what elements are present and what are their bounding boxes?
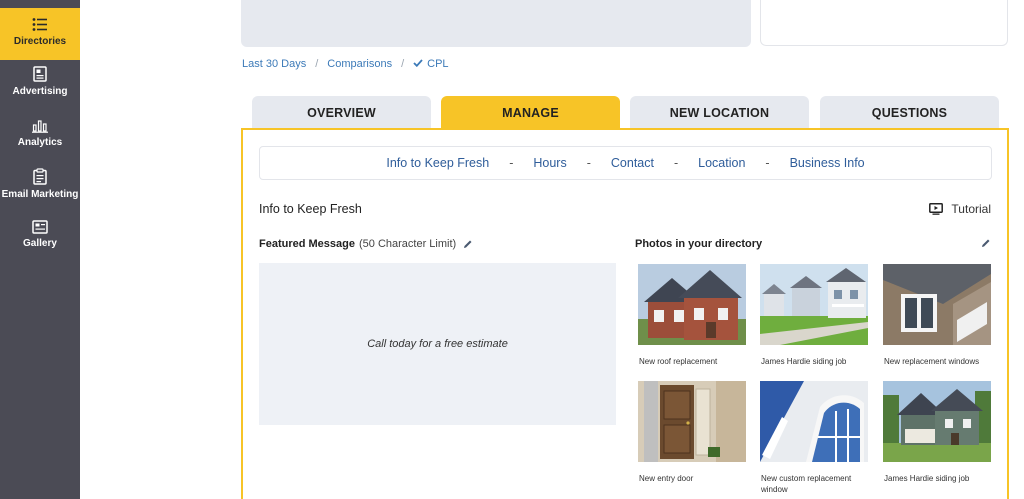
newspaper-icon xyxy=(33,66,47,82)
photo-caption: New custom replacement window xyxy=(761,474,852,494)
subnav-separator: - xyxy=(509,156,514,170)
photo-thumbnail[interactable] xyxy=(638,264,746,345)
sidebar-item-label: Advertising xyxy=(12,86,68,97)
section-subnav: Info to Keep Fresh - Hours - Contact - L… xyxy=(259,146,992,180)
breadcrumb: Last 30 Days / Comparisons / CPL xyxy=(242,58,449,70)
subnav-contact[interactable]: Contact xyxy=(611,156,654,170)
subnav-location[interactable]: Location xyxy=(698,156,745,170)
sidebar-item-label: Directories xyxy=(13,36,67,47)
sidebar-item-label: Gallery xyxy=(23,238,57,249)
list-icon xyxy=(32,18,47,31)
section-title: Info to Keep Fresh xyxy=(259,202,362,216)
subnav-business-info[interactable]: Business Info xyxy=(790,156,865,170)
breadcrumb-cpl[interactable]: CPL xyxy=(427,58,448,70)
photo-thumbnail[interactable] xyxy=(760,264,868,345)
tab-label: QUESTIONS xyxy=(871,105,948,120)
clipboard-icon xyxy=(33,168,47,185)
featured-message-input[interactable]: Call today for a free estimate xyxy=(259,263,616,425)
play-screen-icon xyxy=(929,203,944,215)
tab-label: OVERVIEW xyxy=(307,105,376,120)
tutorial-label: Tutorial xyxy=(951,202,991,216)
photo-caption: New replacement windows xyxy=(884,357,980,366)
tutorial-button[interactable]: Tutorial xyxy=(929,202,991,216)
photo-caption: New entry door xyxy=(639,474,694,483)
sidebar-item-advertising[interactable]: Advertising xyxy=(0,66,80,106)
photo-caption: James Hardie siding job xyxy=(884,474,970,483)
featured-message-label: Featured Message (50 Character Limit) xyxy=(259,238,473,250)
image-frame-icon xyxy=(32,220,48,234)
photos-label: Photos in your directory xyxy=(635,238,763,250)
sidebar-item-email-marketing[interactable]: Email Marketing xyxy=(0,168,80,204)
summary-card-secondary xyxy=(760,0,1008,46)
subnav-separator: - xyxy=(586,156,591,170)
summary-card xyxy=(241,0,751,47)
featured-message-limit: (50 Character Limit) xyxy=(358,238,457,250)
photo-thumbnail[interactable] xyxy=(883,381,991,462)
photo-caption: New roof replacement xyxy=(639,357,718,366)
tab-new-location[interactable]: NEW LOCATION xyxy=(630,96,809,129)
featured-message-title: Featured Message xyxy=(259,238,355,250)
tab-questions[interactable]: QUESTIONS xyxy=(820,96,999,129)
sidebar-item-label: Analytics xyxy=(17,137,63,148)
manage-panel: Info to Keep Fresh - Hours - Contact - L… xyxy=(241,128,1009,499)
featured-message-value: Call today for a free estimate xyxy=(367,338,508,350)
tab-manage[interactable]: MANAGE xyxy=(441,96,620,129)
tab-label: NEW LOCATION xyxy=(669,105,770,120)
breadcrumb-separator: / xyxy=(401,58,405,70)
tab-label: MANAGE xyxy=(502,105,559,120)
photo-thumbnail[interactable] xyxy=(638,381,746,462)
pencil-icon[interactable] xyxy=(463,239,473,249)
photo-caption: James Hardie siding job xyxy=(761,357,847,366)
breadcrumb-comparisons[interactable]: Comparisons xyxy=(327,58,392,70)
pencil-icon[interactable] xyxy=(981,238,991,248)
subnav-info-to-keep-fresh[interactable]: Info to Keep Fresh xyxy=(386,156,489,170)
sidebar-item-directories[interactable]: Directories xyxy=(0,8,80,60)
photo-thumbnail[interactable] xyxy=(760,381,868,462)
checkmark-icon xyxy=(413,58,423,70)
photo-thumbnail[interactable] xyxy=(883,264,991,345)
sidebar-item-label: Email Marketing xyxy=(1,189,79,200)
subnav-separator: - xyxy=(765,156,770,170)
sidebar: Directories Advertising Analytics Email … xyxy=(0,0,80,499)
sidebar-item-analytics[interactable]: Analytics xyxy=(0,119,80,155)
subnav-hours[interactable]: Hours xyxy=(533,156,566,170)
bar-chart-icon xyxy=(32,120,48,133)
subnav-separator: - xyxy=(673,156,679,170)
tab-overview[interactable]: OVERVIEW xyxy=(252,96,431,129)
sidebar-item-gallery[interactable]: Gallery xyxy=(0,220,80,256)
breadcrumb-separator: / xyxy=(315,58,319,70)
breadcrumb-last-30-days[interactable]: Last 30 Days xyxy=(242,58,306,70)
